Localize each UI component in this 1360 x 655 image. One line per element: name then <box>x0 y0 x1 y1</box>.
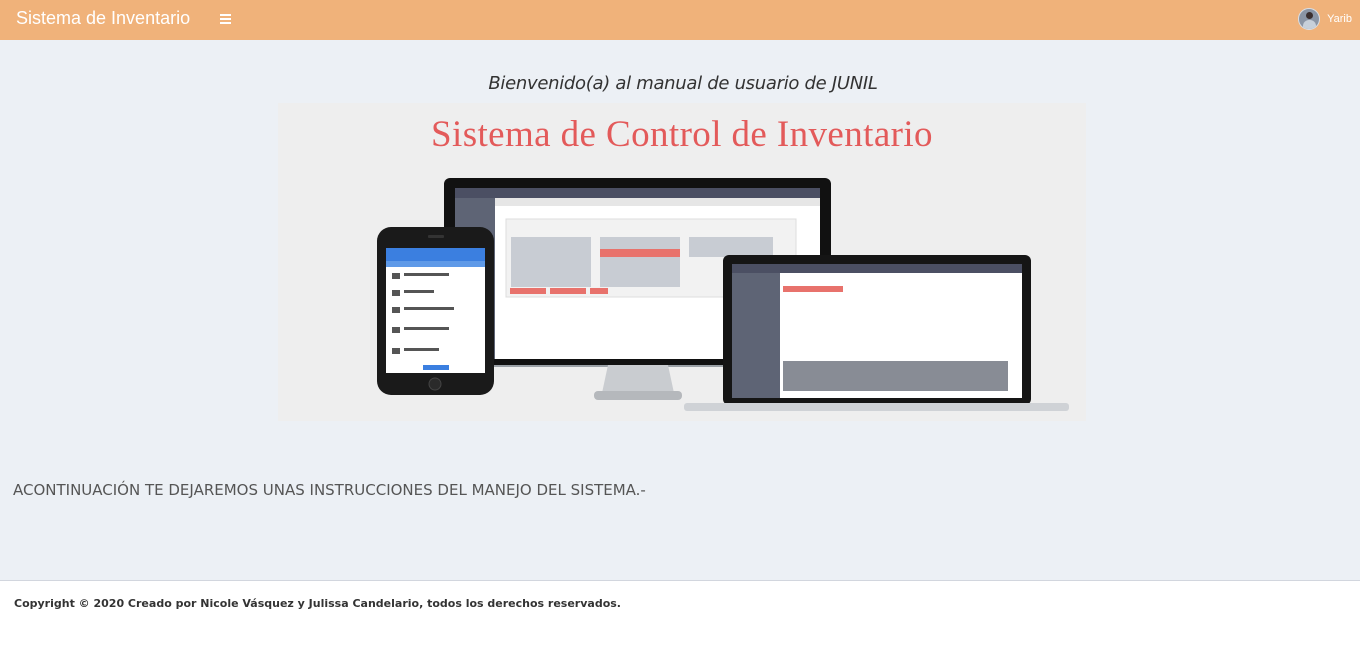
instructions-text: ACONTINUACIÓN TE DEJAREMOS UNAS INSTRUCC… <box>13 481 646 499</box>
sidebar-toggle-icon[interactable] <box>218 12 234 26</box>
footer: Copyright © 2020 Creado por Nicole Vásqu… <box>0 580 1360 655</box>
devices-illustration <box>377 178 1069 411</box>
app-brand[interactable]: Sistema de Inventario <box>16 8 190 28</box>
user-menu[interactable]: Yarib <box>1298 7 1352 31</box>
avatar <box>1298 8 1321 30</box>
welcome-heading: Bienvenido(a) al manual de usuario de JU… <box>488 73 878 94</box>
devices-banner-image: Sistema de Control de Inventario <box>278 103 1086 421</box>
copyright-text: Copyright © 2020 Creado por Nicole Vásqu… <box>14 597 621 610</box>
top-navbar: Sistema de Inventario Yarib <box>0 0 1360 40</box>
user-name: Yarib <box>1327 13 1352 25</box>
